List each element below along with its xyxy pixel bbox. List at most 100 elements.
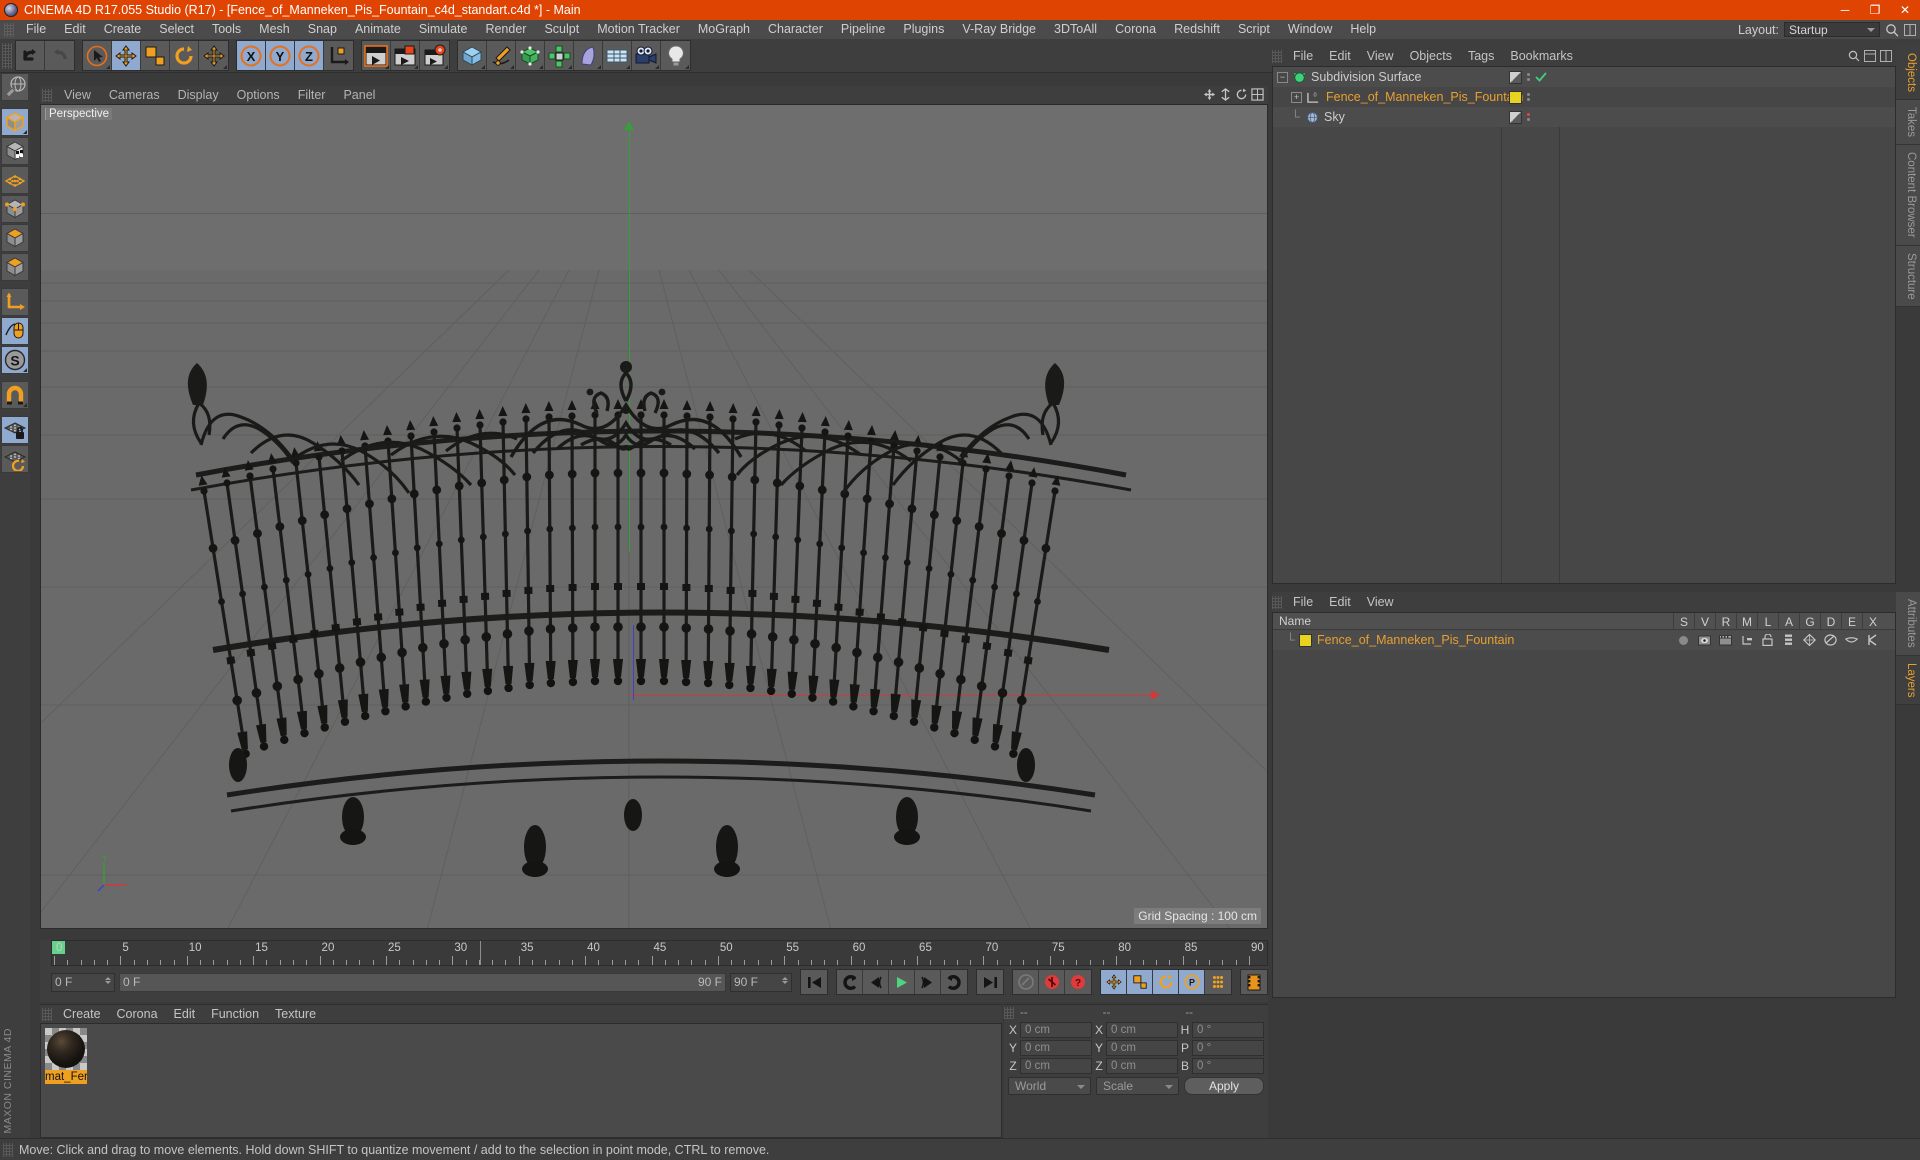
add-light-button[interactable] bbox=[661, 41, 690, 70]
pos-z-field[interactable]: 0 cm bbox=[1020, 1057, 1092, 1074]
move-variants-button[interactable] bbox=[199, 41, 228, 70]
material-grip-icon[interactable] bbox=[42, 1007, 52, 1021]
layer-visible-cell[interactable] bbox=[1694, 630, 1715, 650]
visibility-dots-icon[interactable] bbox=[1527, 93, 1530, 101]
viewport-rotate-icon[interactable] bbox=[1235, 88, 1248, 101]
layer-menu-view[interactable]: View bbox=[1359, 592, 1402, 612]
menu-item-redshift[interactable]: Redshift bbox=[1165, 20, 1229, 39]
tab-content-browser[interactable]: Content Browser bbox=[1896, 145, 1920, 246]
viewport-grip-icon[interactable] bbox=[42, 88, 52, 102]
fence-model-render[interactable] bbox=[41, 105, 1267, 929]
layer-col-l[interactable]: L bbox=[1757, 613, 1778, 630]
layer-col-v[interactable]: V bbox=[1694, 613, 1715, 630]
tab-attributes[interactable]: Attributes bbox=[1896, 592, 1920, 656]
material-item[interactable]: mat_Fer bbox=[45, 1028, 87, 1084]
apply-button[interactable]: Apply bbox=[1184, 1077, 1264, 1095]
key-parameter-button[interactable]: P bbox=[1179, 970, 1205, 994]
move-tool-button[interactable] bbox=[112, 41, 141, 70]
spinner-icon[interactable] bbox=[105, 976, 111, 984]
add-spline-button[interactable] bbox=[487, 41, 516, 70]
object-row-subdivision-surface[interactable]: − Subdivision Surface bbox=[1273, 67, 1895, 87]
next-key-button[interactable] bbox=[941, 970, 967, 994]
layer-xref-cell[interactable] bbox=[1862, 630, 1883, 650]
undo-button[interactable] bbox=[16, 41, 45, 70]
close-button[interactable]: ✕ bbox=[1890, 0, 1920, 20]
add-cube-button[interactable] bbox=[458, 41, 487, 70]
layer-col-m[interactable]: M bbox=[1736, 613, 1757, 630]
menu-item-select[interactable]: Select bbox=[150, 20, 203, 39]
layer-render-cell[interactable] bbox=[1715, 630, 1736, 650]
size-z-field[interactable]: 0 cm bbox=[1106, 1057, 1178, 1074]
edges-mode-button[interactable] bbox=[1, 195, 29, 223]
key-scale-button[interactable] bbox=[1127, 970, 1153, 994]
layer-menu-file[interactable]: File bbox=[1285, 592, 1321, 612]
render-view-button[interactable] bbox=[362, 41, 391, 70]
viewport-canvas[interactable]: Perspective Y Grid Spacing: 100 cm bbox=[40, 104, 1268, 929]
viewport-solo-button[interactable] bbox=[1, 317, 29, 345]
menu-item-render[interactable]: Render bbox=[476, 20, 535, 39]
live-selection-button[interactable] bbox=[83, 41, 112, 70]
panel-layout-icon[interactable] bbox=[1904, 23, 1916, 36]
object-menu-file[interactable]: File bbox=[1285, 46, 1321, 66]
layer-col-s[interactable]: S bbox=[1673, 613, 1694, 630]
filter-icon[interactable] bbox=[1864, 50, 1876, 62]
material-list[interactable]: mat_Fer bbox=[40, 1023, 1002, 1138]
coordinate-space-select[interactable]: World bbox=[1008, 1077, 1091, 1095]
object-manager-grip-icon[interactable] bbox=[1272, 49, 1282, 63]
viewport-menu-display[interactable]: Display bbox=[169, 86, 228, 104]
menu-item-pipeline[interactable]: Pipeline bbox=[832, 20, 894, 39]
lock-x-axis-button[interactable]: X bbox=[237, 41, 266, 70]
menu-item-snap[interactable]: Snap bbox=[299, 20, 346, 39]
object-material-chip[interactable] bbox=[1509, 90, 1522, 104]
viewport-maximize-icon[interactable] bbox=[1251, 88, 1264, 101]
size-y-field[interactable]: 0 cm bbox=[1106, 1039, 1178, 1056]
go-to-end-button[interactable] bbox=[977, 970, 1003, 994]
visibility-dots-icon[interactable] bbox=[1527, 113, 1530, 121]
viewport-scale-icon[interactable] bbox=[1219, 88, 1232, 101]
world-object-toggle-button[interactable] bbox=[324, 41, 353, 70]
go-to-start-button[interactable] bbox=[801, 970, 827, 994]
record-active-objects-button[interactable] bbox=[1039, 970, 1065, 994]
layer-animation-cell[interactable] bbox=[1778, 630, 1799, 650]
menu-item-3dtoall[interactable]: 3DToAll bbox=[1045, 20, 1106, 39]
material-menu-corona[interactable]: Corona bbox=[109, 1005, 166, 1023]
planar-workplane-button[interactable] bbox=[1, 445, 29, 473]
layer-col-x[interactable]: X bbox=[1862, 613, 1883, 630]
menu-item-character[interactable]: Character bbox=[759, 20, 832, 39]
rot-h-field[interactable]: 0 ° bbox=[1192, 1021, 1264, 1038]
material-menu-edit[interactable]: Edit bbox=[166, 1005, 204, 1023]
make-editable-button[interactable] bbox=[1, 73, 29, 101]
add-deformer-button[interactable] bbox=[574, 41, 603, 70]
play-forwards-button[interactable] bbox=[889, 970, 915, 994]
layout-select[interactable]: Startup bbox=[1784, 22, 1880, 37]
object-menu-tags[interactable]: Tags bbox=[1460, 46, 1502, 66]
panel-menu-icon[interactable] bbox=[1880, 50, 1892, 62]
object-display-chip[interactable] bbox=[1509, 70, 1522, 84]
menu-item-vray-bridge[interactable]: V-Ray Bridge bbox=[953, 20, 1045, 39]
spinner-icon[interactable] bbox=[782, 976, 788, 984]
lock-y-axis-button[interactable]: Y bbox=[266, 41, 295, 70]
viewport-menu-cameras[interactable]: Cameras bbox=[100, 86, 169, 104]
scale-tool-button[interactable] bbox=[141, 41, 170, 70]
search-icon[interactable] bbox=[1885, 23, 1899, 37]
model-mode-button[interactable] bbox=[1, 108, 29, 136]
object-menu-bookmarks[interactable]: Bookmarks bbox=[1502, 46, 1581, 66]
tab-takes[interactable]: Takes bbox=[1896, 100, 1920, 146]
layer-col-r[interactable]: R bbox=[1715, 613, 1736, 630]
layer-manager-grip-icon[interactable] bbox=[1272, 595, 1282, 609]
layer-table[interactable]: Name S V R M L A G D E X └ Fence_of_Mann… bbox=[1272, 612, 1896, 998]
magnet-tool-button[interactable] bbox=[1, 381, 29, 409]
material-menu-texture[interactable]: Texture bbox=[267, 1005, 324, 1023]
add-generator-button[interactable] bbox=[516, 41, 545, 70]
viewport-menu-filter[interactable]: Filter bbox=[289, 86, 335, 104]
key-pla-button[interactable] bbox=[1205, 970, 1231, 994]
layer-col-g[interactable]: G bbox=[1799, 613, 1820, 630]
pos-x-field[interactable]: 0 cm bbox=[1020, 1021, 1092, 1038]
add-modeling-object-button[interactable] bbox=[545, 41, 574, 70]
tree-expand-icon[interactable]: + bbox=[1291, 91, 1302, 103]
menu-item-tools[interactable]: Tools bbox=[203, 20, 250, 39]
keyframe-selection-button[interactable]: ? bbox=[1065, 970, 1091, 994]
tab-structure[interactable]: Structure bbox=[1896, 245, 1920, 308]
object-menu-edit[interactable]: Edit bbox=[1321, 46, 1359, 66]
menu-item-edit[interactable]: Edit bbox=[55, 20, 95, 39]
